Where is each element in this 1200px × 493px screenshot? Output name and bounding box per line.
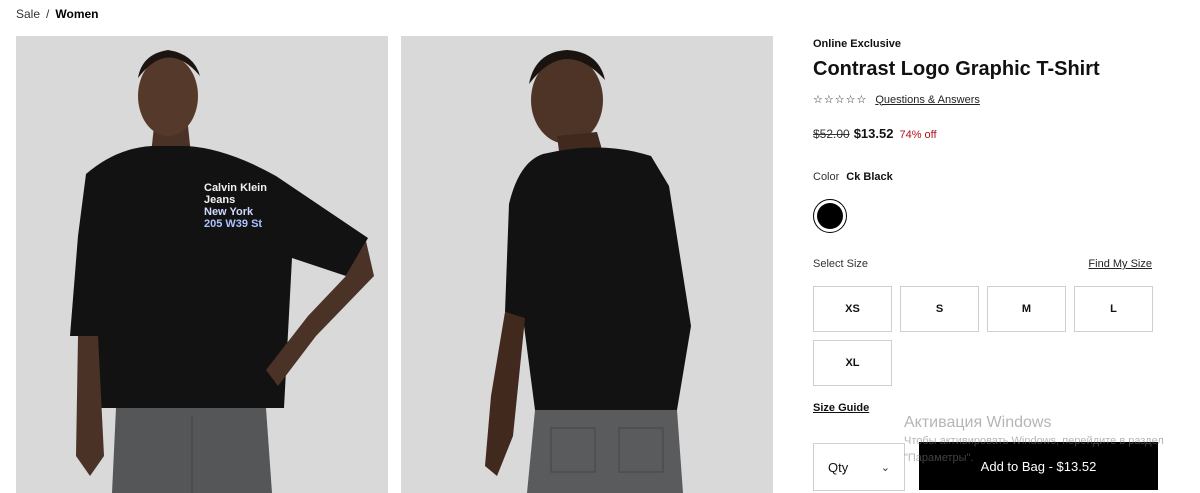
rating-stars-icon[interactable]: ☆☆☆☆☆ <box>813 93 867 106</box>
original-price: $52.00 <box>813 127 850 141</box>
size-button-s[interactable]: S <box>900 286 979 332</box>
rating-row: ☆☆☆☆☆ Questions & Answers <box>813 93 980 107</box>
swatch-fill <box>817 203 843 229</box>
shirt-print-line-2: Jeans <box>204 194 235 206</box>
online-exclusive-badge: Online Exclusive <box>813 38 902 50</box>
breadcrumb-separator: / <box>46 7 50 21</box>
shirt-print-line-3: New York <box>204 206 254 218</box>
shirt-print-line-4: 205 W39 St <box>204 218 262 230</box>
discount-label: 74% off <box>899 129 937 141</box>
model-back-illustration <box>401 36 773 493</box>
breadcrumb: Sale / Women <box>16 7 99 21</box>
breadcrumb-women[interactable]: Women <box>55 7 98 21</box>
breadcrumb-sale[interactable]: Sale <box>16 7 40 21</box>
size-button-xl[interactable]: XL <box>813 340 892 386</box>
color-label: Color <box>813 171 840 183</box>
add-to-bag-button[interactable]: Add to Bag - $13.52 <box>919 442 1158 490</box>
find-my-size-link[interactable]: Find My Size <box>1088 258 1152 270</box>
product-title: Contrast Logo Graphic T-Shirt <box>813 58 1100 80</box>
color-swatch-black[interactable] <box>813 199 847 233</box>
color-value: Ck Black <box>846 171 893 183</box>
size-guide-link[interactable]: Size Guide <box>813 402 869 414</box>
size-button-xs[interactable]: XS <box>813 286 892 332</box>
size-button-m[interactable]: M <box>987 286 1066 332</box>
watermark-title: Активация Windows <box>904 414 1052 431</box>
size-button-l[interactable]: L <box>1074 286 1153 332</box>
sale-price: $13.52 <box>853 126 894 141</box>
product-image-back[interactable] <box>401 36 773 493</box>
color-row: Color Ck Black <box>813 171 893 183</box>
product-image-front[interactable]: Calvin Klein Jeans New York 205 W39 St <box>16 36 388 493</box>
questions-answers-link[interactable]: Questions & Answers <box>875 94 980 106</box>
select-size-label: Select Size <box>813 258 869 270</box>
chevron-down-icon: ⌄ <box>880 461 890 474</box>
shirt-print-line-1: Calvin Klein <box>204 182 267 194</box>
quantity-select[interactable]: Qty ⌄ <box>813 443 905 491</box>
model-front-illustration: Calvin Klein Jeans New York 205 W39 St <box>16 36 388 493</box>
qty-label: Qty <box>828 459 849 475</box>
price-row: $52.00 $13.52 74% off <box>813 126 937 141</box>
